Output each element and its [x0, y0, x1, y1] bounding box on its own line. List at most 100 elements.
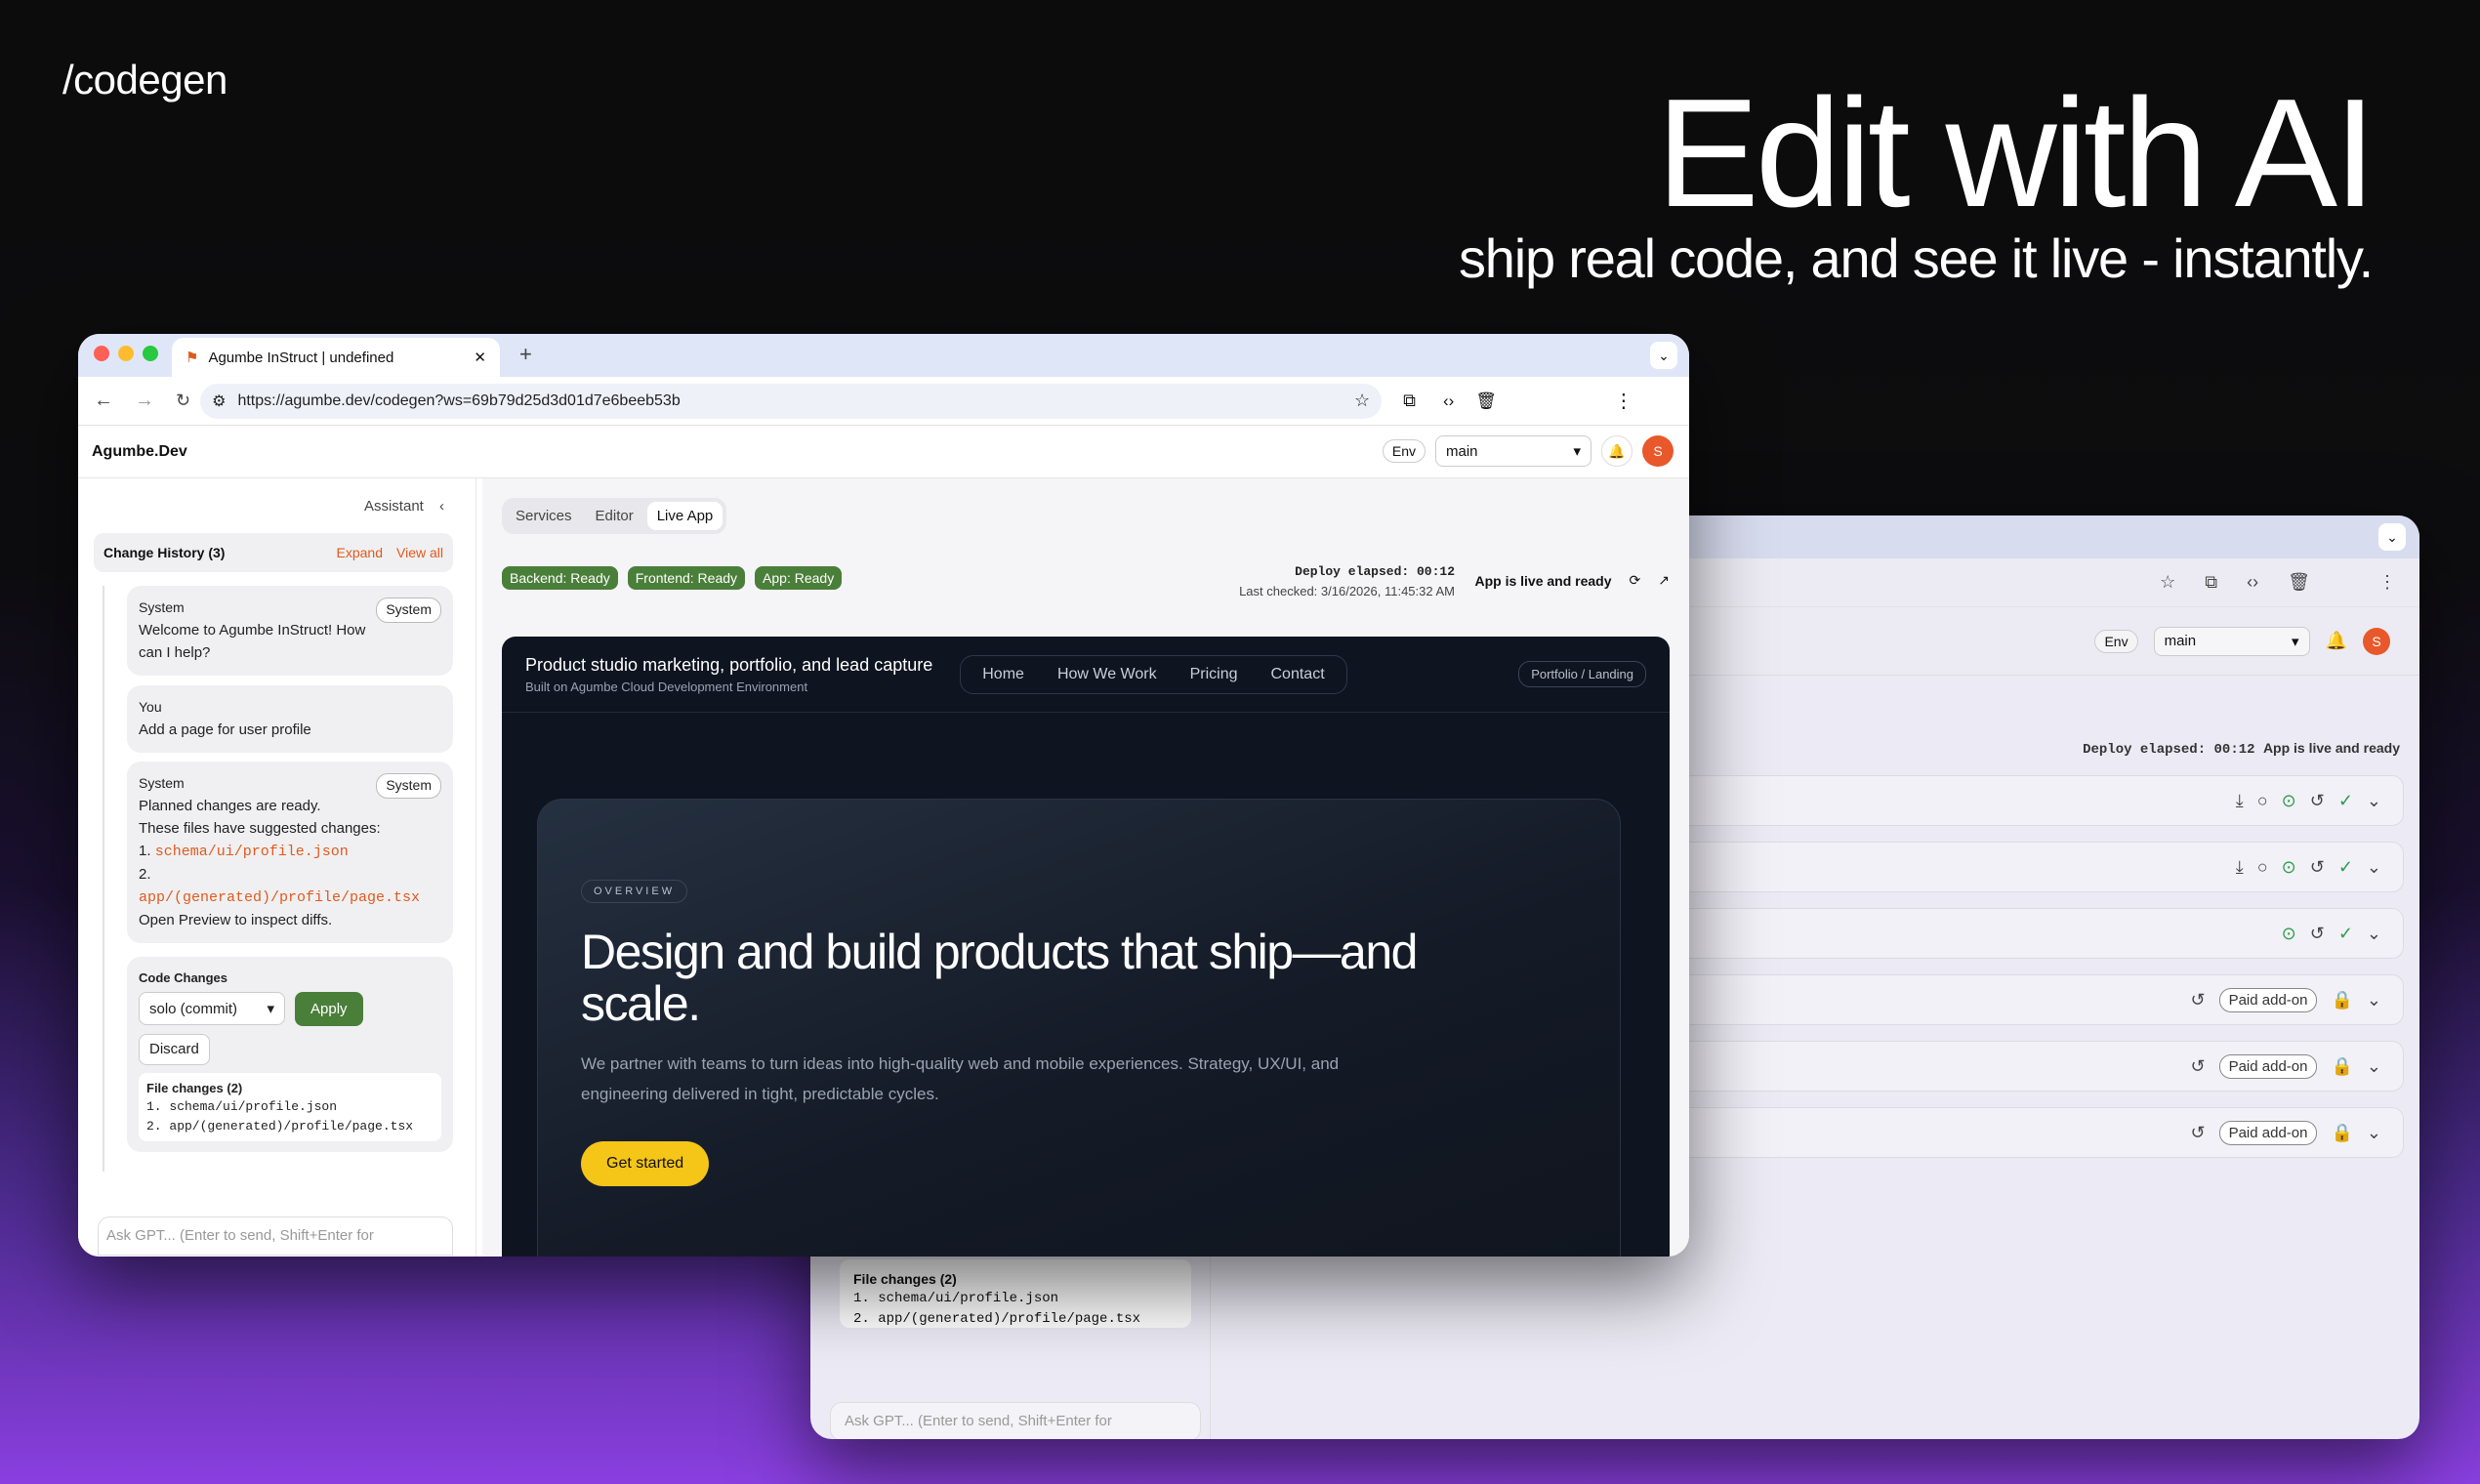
file-link[interactable]: app/(generated)/profile/page.tsx [139, 886, 441, 909]
bell-icon[interactable]: 🔔 [2326, 631, 2347, 651]
tab-live-app[interactable]: Live App [646, 502, 723, 530]
message-text: Welcome to Agumbe InStruct! How can I he… [139, 621, 366, 661]
preview-nav-links: Home How We Work Pricing Contact [960, 654, 1347, 694]
history-icon[interactable]: ↺ [2310, 857, 2325, 878]
collapse-chevron-icon[interactable]: ‹ [439, 498, 444, 515]
extension-icon[interactable]: ⧉ [2205, 572, 2217, 593]
status-badges: Backend: Ready Frontend: Ready App: Read… [502, 566, 843, 590]
site-subtitle: Built on Agumbe Cloud Development Enviro… [525, 679, 808, 694]
back-avatar[interactable]: S [2363, 627, 2390, 655]
avatar[interactable]: S [1642, 435, 1674, 467]
chevron-down-icon[interactable]: ⌄ [2367, 1123, 2381, 1143]
branch-select[interactable]: main ▾ [1435, 435, 1591, 467]
deploy-info: Deploy elapsed: 00:12 Last checked: 3/16… [1239, 562, 1455, 600]
back-branch-select[interactable]: main ▾ [2153, 626, 2310, 656]
close-tab-icon[interactable]: ✕ [474, 349, 486, 366]
nav-pricing[interactable]: Pricing [1190, 666, 1238, 683]
history-icon[interactable]: ↺ [2190, 990, 2205, 1010]
star-icon[interactable]: ☆ [2160, 572, 2175, 593]
window-controls [94, 345, 167, 366]
external-link-icon[interactable]: ↗ [1658, 572, 1670, 589]
play-circle-icon[interactable]: ⊙ [2282, 857, 2296, 878]
change-history-bar: Change History (3) Expand View all [94, 533, 453, 572]
more-vert-icon[interactable]: ⋮ [1614, 389, 1633, 413]
tab-editor[interactable]: Editor [586, 502, 643, 530]
refresh-icon[interactable]: ⟳ [1630, 572, 1641, 589]
chevron-down-icon[interactable]: ⌄ [2367, 924, 2381, 944]
message-text: Add a page for user profile [139, 721, 311, 738]
back-env-badge[interactable]: Env [2094, 629, 2138, 653]
check-circle-icon: ✓ [2337, 790, 2353, 810]
hero-title: Edit with AI [1656, 67, 2377, 239]
reload-icon[interactable]: ↻ [176, 391, 190, 411]
view-all-link[interactable]: View all [396, 545, 443, 560]
extension-icon[interactable]: ⧉ [1403, 391, 1416, 411]
code-icon[interactable]: ‹› [1443, 392, 1454, 411]
play-circle-icon[interactable]: ⊙ [2282, 924, 2296, 944]
commit-mode-value: solo (commit) [149, 1000, 238, 1017]
app-status-badge: App: Ready [755, 566, 843, 590]
commit-mode-select[interactable]: solo (commit) ▾ [139, 992, 285, 1026]
eyebrow-badge: OVERVIEW [581, 880, 688, 903]
history-icon[interactable]: ↺ [2310, 924, 2325, 944]
history-icon[interactable]: ↺ [2190, 1056, 2205, 1077]
download-icon[interactable]: ⤓ [2236, 857, 2244, 878]
apply-button[interactable]: Apply [295, 992, 363, 1027]
message-author: You [139, 699, 162, 715]
lock-icon: 🔒 [2331, 989, 2353, 1010]
chevron-down-icon[interactable]: ⌄ [2367, 791, 2381, 811]
nav-how-we-work[interactable]: How We Work [1057, 666, 1157, 683]
file-link[interactable]: schema/ui/profile.json [155, 844, 349, 860]
message-line: These files have suggested changes: [139, 819, 381, 837]
more-vert-icon[interactable]: ⋮ [2378, 572, 2396, 593]
app-bar-actions: Env main ▾ 🔔 S [1382, 435, 1674, 467]
back-chat-input[interactable]: Ask GPT... (Enter to send, Shift+Enter f… [830, 1402, 1201, 1439]
star-icon[interactable]: ☆ [1354, 391, 1370, 411]
hero-subtitle: ship real code, and see it live - instan… [1458, 227, 2374, 289]
download-icon[interactable]: ⤓ [2236, 791, 2244, 811]
frontend-status-badge: Frontend: Ready [627, 566, 746, 590]
close-window-button[interactable] [94, 345, 109, 361]
chat-input[interactable]: Ask GPT... (Enter to send, Shift+Enter f… [98, 1216, 453, 1256]
address-bar: ← → ↻ ⚙ https://agumbe.dev/codegen?ws=69… [78, 377, 1689, 426]
nav-home[interactable]: Home [982, 666, 1024, 683]
body-line: engineering delivered in tight, predicta… [581, 1084, 939, 1103]
browser-tab[interactable]: ⚑ Agumbe InStruct | undefined ✕ [172, 338, 500, 377]
chevron-down-icon[interactable]: ⌄ [2378, 523, 2406, 551]
site-settings-icon[interactable]: ⚙ [212, 392, 226, 411]
back-arrow-icon[interactable]: ← [94, 390, 113, 412]
play-circle-icon[interactable]: ⊙ [2282, 791, 2296, 811]
back-branch-value: main [2164, 633, 2197, 649]
history-icon[interactable]: ↺ [2190, 1123, 2205, 1143]
caret-down-icon: ▾ [1573, 443, 1581, 460]
forward-arrow-icon[interactable]: → [135, 390, 154, 412]
trash-icon[interactable]: 🗑 [1475, 392, 1497, 411]
circle-icon: ○ [2256, 790, 2268, 810]
brand-logo: /codegen [62, 57, 227, 103]
app-bar: Agumbe.Dev Env main ▾ 🔔 S [78, 426, 1689, 478]
message-line: Open Preview to inspect diffs. [139, 911, 333, 928]
chevron-down-icon[interactable]: ⌄ [1650, 342, 1677, 369]
history-icon[interactable]: ↺ [2310, 791, 2325, 811]
bell-icon[interactable]: 🔔 [1601, 435, 1633, 467]
minimize-window-button[interactable] [118, 345, 134, 361]
chevron-down-icon[interactable]: ⌄ [2367, 990, 2381, 1010]
url-field[interactable]: ⚙ https://agumbe.dev/codegen?ws=69b79d25… [200, 383, 1383, 419]
expand-link[interactable]: Expand [337, 545, 383, 560]
chevron-down-icon[interactable]: ⌄ [2367, 857, 2381, 878]
system-badge: System [376, 598, 441, 623]
paid-addon-badge: Paid add-on [2218, 1120, 2318, 1145]
get-started-button[interactable]: Get started [581, 1141, 710, 1186]
discard-button[interactable]: Discard [139, 1034, 210, 1065]
assistant-header: Assistant ‹ [364, 498, 444, 515]
nav-contact[interactable]: Contact [1271, 666, 1325, 683]
new-tab-icon[interactable]: + [519, 342, 532, 367]
code-icon[interactable]: ‹› [2247, 572, 2258, 593]
circle-icon: ○ [2256, 856, 2268, 877]
env-badge[interactable]: Env [1382, 439, 1426, 463]
chevron-down-icon[interactable]: ⌄ [2367, 1056, 2381, 1077]
live-status-bar: App is live and ready ⟳ ↗ [1474, 572, 1670, 589]
tab-services[interactable]: Services [506, 502, 582, 530]
maximize-window-button[interactable] [143, 345, 158, 361]
trash-icon[interactable]: 🗑 [2288, 572, 2310, 593]
